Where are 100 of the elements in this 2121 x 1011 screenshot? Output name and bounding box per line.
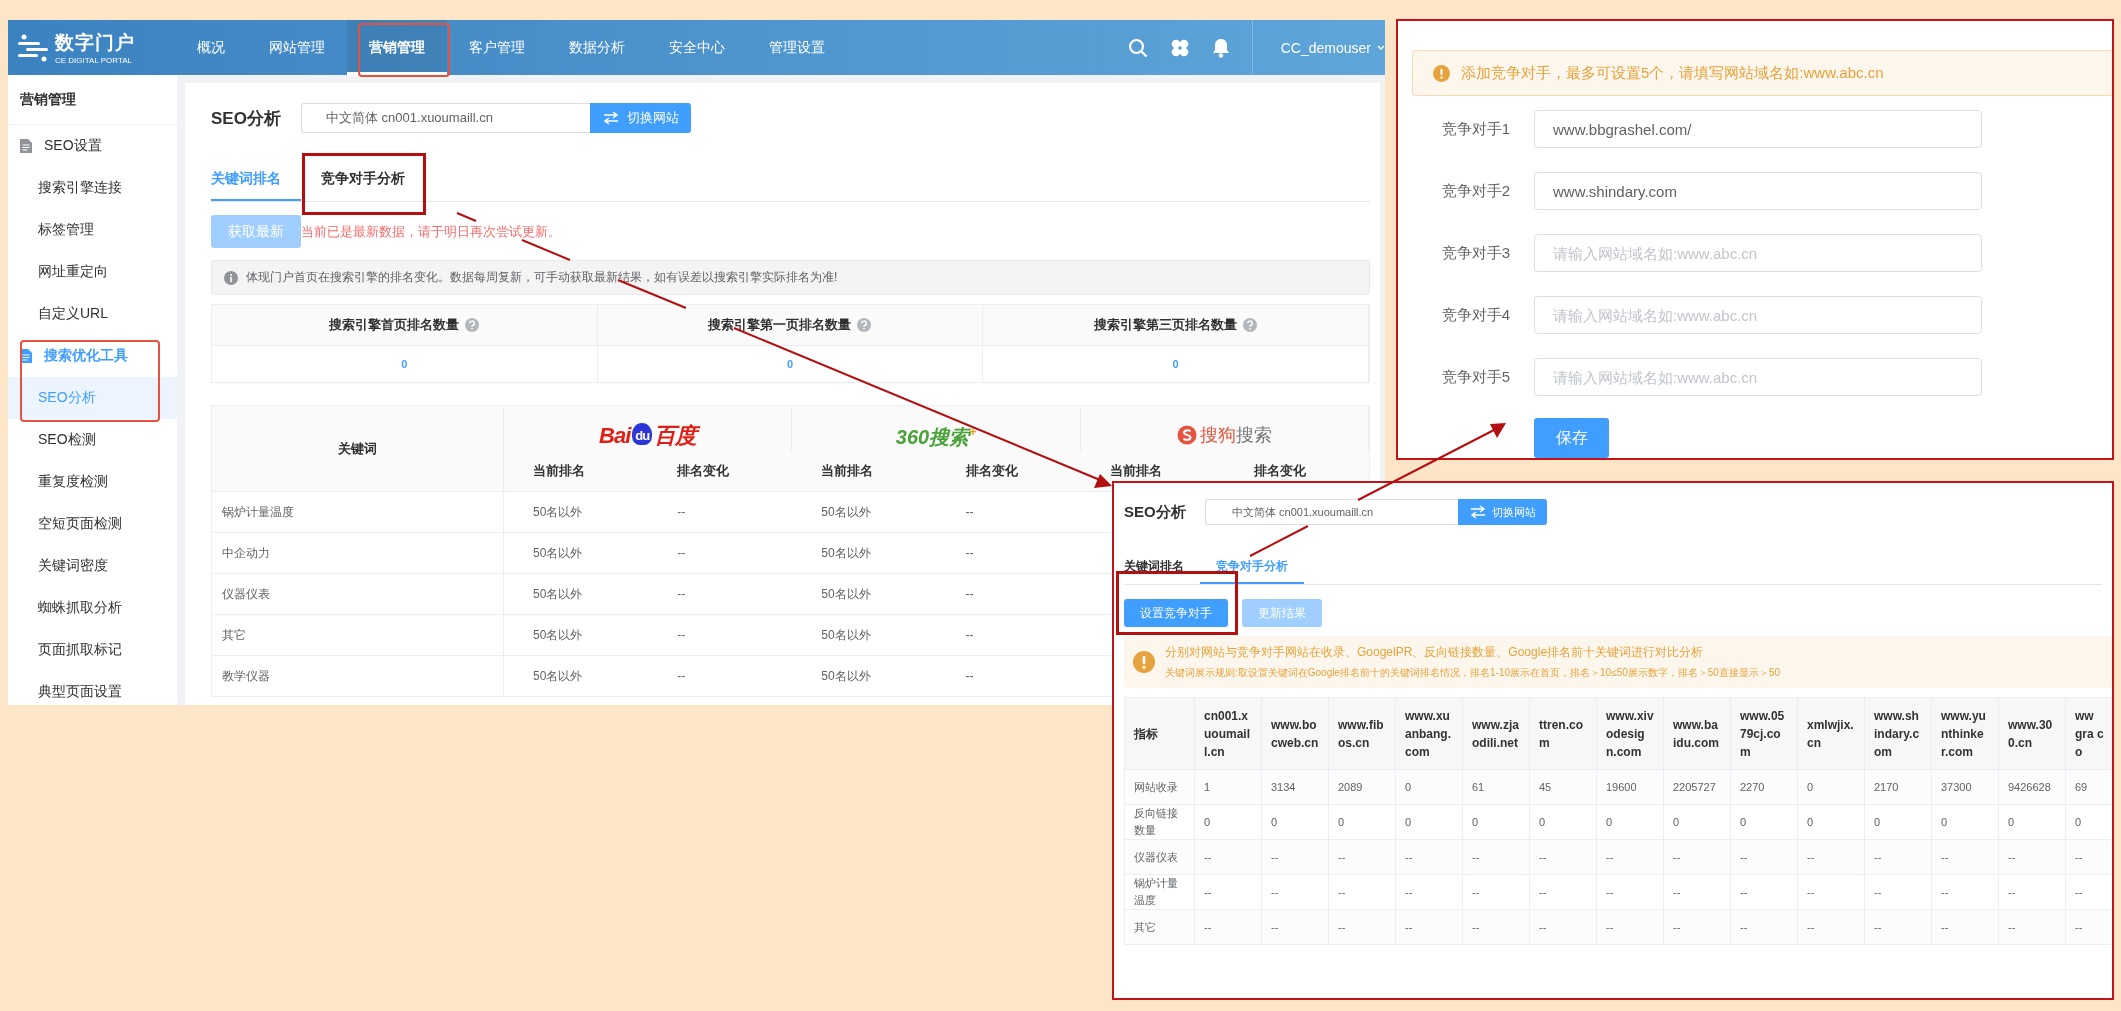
sidebar-group[interactable]: SEO设置 [8, 125, 177, 167]
table-cell: 0 [1328, 804, 1396, 840]
table-cell: -- [936, 655, 1081, 696]
sidebar-item[interactable]: 蜘蛛抓取分析 [8, 587, 177, 629]
table-cell: 37300 [1931, 769, 1999, 805]
alert-text: 添加竞争对手，最多可设置5个，请填写网站域名如:www.abc.cn [1461, 63, 1884, 83]
table-cell: -- [1931, 909, 1999, 945]
table-cell: -- [1797, 909, 1865, 945]
search-engine-logo: 搜狗搜索 [1199, 424, 1272, 447]
info-icon [224, 270, 238, 285]
sidebar-item[interactable]: 搜索引擎连接 [8, 167, 177, 209]
table-cell: 19600 [1596, 769, 1664, 805]
field-label: 竞争对手2 [1440, 181, 1511, 201]
page-title: SEO分析 [1124, 502, 1187, 522]
column-header: www.shindary.com [1864, 697, 1932, 770]
nav-tab[interactable]: 网站管理 [247, 20, 347, 75]
sidebar-item[interactable]: SEO检测 [8, 419, 177, 461]
table-cell: 50名以外 [504, 491, 649, 532]
sidebar-title: 营销管理 [8, 75, 177, 125]
document-icon [20, 139, 32, 153]
competitor-field[interactable]: 请输入网站域名如:www.abc.cn [1534, 358, 1982, 396]
swap-icon [1469, 505, 1486, 519]
sidebar-item[interactable]: 标签管理 [8, 209, 177, 251]
clover-icon [1169, 37, 1190, 58]
sidebar-item[interactable]: 网址重定向 [8, 251, 177, 293]
table-cell: -- [648, 655, 793, 696]
table-cell: 0 [1261, 804, 1329, 840]
table-cell: -- [1328, 909, 1396, 945]
table-cell: 50名以外 [792, 573, 937, 614]
table-cell: 45 [1529, 769, 1597, 805]
swap-icon [602, 111, 619, 125]
logo-title: 数字门户 [55, 31, 135, 55]
sidebar-item[interactable]: 重复度检测 [8, 461, 177, 503]
table-cell: -- [1395, 874, 1463, 910]
table-cell: 0 [1998, 804, 2066, 840]
nav-tab[interactable]: 概况 [175, 20, 247, 75]
column-label: 搜索引擎第一页排名数量 [708, 316, 852, 334]
table-cell: -- [2065, 839, 2112, 875]
column-header: xmlwjix.cn [1797, 697, 1865, 770]
nav-tab[interactable]: 数据分析 [547, 20, 647, 75]
table-cell: -- [1261, 909, 1329, 945]
sidebar-item[interactable]: 典型页面设置 [8, 671, 177, 705]
competitor-field[interactable]: 请输入网站域名如:www.abc.cn [1534, 234, 1982, 272]
table-cell: 0 [1194, 804, 1262, 840]
sidebar-item[interactable]: 空短页面检测 [8, 503, 177, 545]
competitor-field[interactable]: 请输入网站域名如:www.abc.cn [1534, 296, 1982, 334]
table-cell: -- [1998, 909, 2066, 945]
tab[interactable]: 竞争对手分析 [301, 159, 425, 201]
logo-subtitle: CE DIGITAL PORTAL [55, 56, 134, 65]
sidebar-item[interactable]: 自定义URL [8, 293, 177, 335]
tab[interactable]: 关键词排名 [1124, 551, 1200, 584]
table-cell: 其它 [212, 614, 504, 655]
table-cell: 50名以外 [792, 491, 937, 532]
help-icon [1243, 318, 1258, 332]
competitor-field[interactable]: www.bbgrashel.com/ [1534, 110, 1982, 148]
search-engine-logo: 360搜索$^{+}$ [895, 424, 977, 450]
table-cell: -- [936, 573, 1081, 614]
bell-icon [1211, 37, 1230, 58]
nav-tab[interactable]: 营销管理 [347, 20, 447, 75]
column-header: cn001.xuoumaill.cn [1194, 697, 1262, 770]
column-label: 搜索引擎第三页排名数量 [1094, 316, 1238, 334]
column-header: www.fibos.cn [1328, 697, 1396, 770]
table-cell: 69 [2065, 769, 2112, 805]
nav-tab[interactable]: 安全中心 [647, 20, 747, 75]
column-header: www.bocweb.cn [1261, 697, 1329, 770]
column-header: www.zjaodili.net [1462, 697, 1530, 770]
sidebar-item[interactable]: 页面抓取标记 [8, 629, 177, 671]
table-cell: 9426628 [1998, 769, 2066, 805]
table-cell: -- [1797, 874, 1865, 910]
search-icon [1127, 37, 1148, 58]
table-cell: -- [1998, 839, 2066, 875]
table-cell: -- [1261, 874, 1329, 910]
caret-icon [1377, 44, 1385, 51]
table-cell: 0 [1931, 804, 1999, 840]
table-cell: -- [936, 614, 1081, 655]
sidebar-item[interactable]: 关键词密度 [8, 545, 177, 587]
table-cell: 50名以外 [504, 532, 649, 573]
column-header: www.yunthinker.com [1931, 697, 1999, 770]
site-field[interactable]: 中文简体 cn001.xuoumaill.cn [1205, 499, 1458, 525]
table-cell: 1 [1194, 769, 1262, 805]
warning-icon [1433, 64, 1450, 82]
site-field[interactable]: 中文简体 cn001.xuoumaill.cn [301, 103, 590, 133]
alert-text: 关键词展示规则:取设置关键词在Google排名前十的关键词排名情况，排名1-10展示在首页，排名＞10≤50展示数字，排名＞50直接显示＞50 [1165, 666, 1781, 680]
table-cell: -- [648, 614, 793, 655]
table-cell: -- [1596, 839, 1664, 875]
column-header: 关键词 [212, 406, 504, 491]
update-notice: 当前已是最新数据，请于明日再次尝试更新。 [301, 222, 561, 241]
table-cell: 其它 [1124, 909, 1195, 945]
competitor-field[interactable]: www.shindary.com [1534, 172, 1982, 210]
table-cell: -- [1596, 909, 1664, 945]
column-header: www.xivodesign.com [1596, 697, 1664, 770]
table-cell: 2205727 [1663, 769, 1731, 805]
table-cell: 0 [1395, 769, 1463, 805]
table-cell: -- [936, 491, 1081, 532]
table-cell: -- [1328, 874, 1396, 910]
s-circle-icon [1176, 425, 1197, 445]
table-cell: 教学仪器 [212, 655, 504, 696]
nav-tab[interactable]: 客户管理 [447, 20, 547, 75]
column-header: 排名变化 [648, 451, 793, 491]
table-cell: 0 [1730, 804, 1798, 840]
